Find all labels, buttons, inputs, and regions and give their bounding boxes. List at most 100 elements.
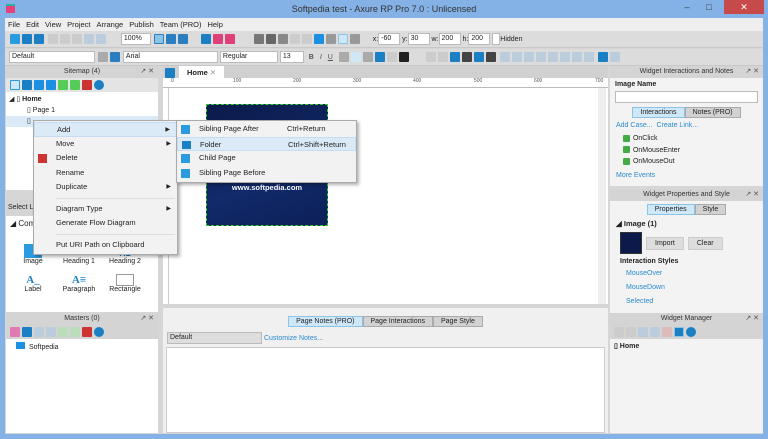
group-icon[interactable] (425, 52, 436, 62)
new-icon[interactable] (10, 34, 20, 44)
tab-close-icon[interactable]: ✕ (210, 68, 216, 77)
search-icon[interactable] (94, 327, 104, 337)
menu-edit[interactable]: Edit (23, 18, 42, 31)
menu-arrange[interactable]: Arrange (94, 18, 127, 31)
tab-page-style[interactable]: Page Style (432, 316, 483, 327)
search-icon[interactable] (686, 327, 696, 337)
connector-tool-icon[interactable] (165, 34, 176, 44)
customize-notes-link[interactable]: Customize Notes... (264, 335, 323, 342)
tab-style[interactable]: Style (694, 204, 727, 215)
add-folder-icon[interactable] (22, 80, 32, 90)
flow-tool-icon[interactable] (177, 34, 188, 44)
move-down-icon[interactable] (46, 327, 56, 337)
align-right-icon[interactable] (362, 52, 373, 62)
maximize-button[interactable]: □ (698, 0, 720, 14)
italic-button[interactable]: I (320, 54, 322, 61)
create-link-link[interactable]: Create Link... (656, 122, 698, 129)
align-center-icon[interactable] (350, 52, 361, 62)
add-folder-icon[interactable] (22, 327, 32, 337)
event-onmouseenter[interactable]: OnMouseEnter (622, 145, 763, 157)
delete-icon[interactable] (82, 327, 92, 337)
menu-item-move[interactable]: Move ▶ (34, 137, 177, 152)
menu-file[interactable]: File (5, 18, 23, 31)
filter-icon[interactable] (674, 327, 684, 337)
align-top-obj-icon[interactable] (535, 52, 546, 62)
align-center-obj-icon[interactable] (511, 52, 522, 62)
tab-interactions[interactable]: Interactions (632, 107, 685, 118)
panel-close-icon[interactable]: ↗ ✕ (140, 313, 154, 325)
master-folder-softpedia[interactable]: Softpedia (16, 342, 148, 353)
align-left-obj-icon[interactable] (499, 52, 510, 62)
import-button[interactable]: Import (646, 236, 684, 250)
font-color-icon[interactable] (398, 52, 409, 62)
format-painter-icon[interactable] (109, 52, 120, 62)
link-icon[interactable] (386, 52, 397, 62)
tab-page-interactions[interactable]: Page Interactions (362, 316, 433, 327)
bullets-icon[interactable] (374, 52, 385, 62)
align-top-icon[interactable] (325, 34, 336, 44)
copy-icon[interactable] (626, 327, 636, 337)
line-width-icon[interactable] (265, 34, 276, 44)
lock-icon[interactable] (597, 52, 608, 62)
distribute-h-icon[interactable] (571, 52, 582, 62)
align-middle-icon[interactable] (337, 34, 348, 44)
tab-notes[interactable]: Notes (PRO) (684, 107, 741, 118)
arrow-style-icon[interactable] (289, 34, 300, 44)
menu-view[interactable]: View (42, 18, 64, 31)
delete-page-icon[interactable] (82, 80, 92, 90)
menu-help[interactable]: Help (204, 18, 225, 31)
weight-select[interactable]: Regular (219, 51, 278, 63)
paste-icon[interactable] (71, 34, 82, 44)
tabs-menu-icon[interactable] (165, 68, 175, 79)
add-page-icon[interactable] (10, 80, 20, 90)
menu-item-duplicate[interactable]: Duplicate ▶ (34, 180, 177, 195)
more-events-link[interactable]: More Events (610, 168, 763, 183)
underline-button[interactable]: U (328, 54, 333, 61)
fill-icon[interactable] (253, 34, 264, 44)
notes-textarea[interactable] (166, 347, 605, 433)
indent-icon[interactable] (58, 327, 68, 337)
align-mid-obj-icon[interactable] (547, 52, 558, 62)
notes-select[interactable]: Default (167, 332, 262, 344)
align-right-obj-icon[interactable] (523, 52, 534, 62)
menu-item-rename[interactable]: Rename (34, 166, 177, 181)
add-case-link[interactable]: Add Case... (616, 122, 653, 129)
menu-team[interactable]: Team (PRO) (157, 18, 205, 31)
size-select[interactable]: 13 (279, 51, 304, 63)
select-tool-icon[interactable] (153, 34, 164, 44)
image-section[interactable]: ◢ Image (1) (610, 215, 763, 232)
align-bottom-obj-icon[interactable] (559, 52, 570, 62)
cut-icon[interactable] (47, 34, 58, 44)
clear-button[interactable]: Clear (687, 236, 723, 250)
style-edit-icon[interactable] (97, 52, 108, 62)
menu-publish[interactable]: Publish (126, 18, 157, 31)
tree-item-home[interactable]: ◢ ▯ Home (9, 94, 155, 105)
tree-item-page1[interactable]: ▯ Page 1 (9, 105, 155, 116)
tab-page-notes[interactable]: Page Notes (PRO) (288, 316, 363, 327)
vertical-scrollbar[interactable] (598, 88, 606, 304)
distribute-v-icon[interactable] (583, 52, 594, 62)
preview-icon[interactable] (200, 34, 211, 44)
submenu-folder[interactable]: Folder Ctrl+Shift+Return (177, 136, 356, 151)
copy-icon[interactable] (59, 34, 70, 44)
close-button[interactable]: ✕ (724, 0, 764, 14)
panel-close-icon[interactable]: ↗ ✕ (745, 66, 759, 78)
search-icon[interactable] (94, 80, 104, 90)
send-back-icon[interactable] (461, 52, 472, 62)
unlock-icon[interactable] (609, 52, 620, 62)
move-down-icon[interactable] (650, 327, 660, 337)
font-select[interactable]: Arial (122, 51, 218, 63)
indent-icon[interactable] (58, 80, 68, 90)
fill-color-icon[interactable] (301, 34, 312, 44)
bring-front-icon[interactable] (449, 52, 460, 62)
publish-icon[interactable] (212, 34, 223, 44)
submenu-child-page[interactable]: Child Page (177, 151, 356, 166)
submenu-sibling-before[interactable]: Sibling Page Before (177, 166, 356, 181)
style-select[interactable]: Default (9, 51, 95, 63)
open-icon[interactable] (22, 34, 32, 44)
h-input[interactable]: 200 (468, 33, 491, 45)
panel-close-icon[interactable]: ↗ ✕ (745, 189, 759, 201)
outdent-icon[interactable] (70, 80, 80, 90)
panel-close-icon[interactable]: ↗ ✕ (745, 313, 759, 325)
style-selected-link[interactable]: Selected (626, 295, 763, 309)
